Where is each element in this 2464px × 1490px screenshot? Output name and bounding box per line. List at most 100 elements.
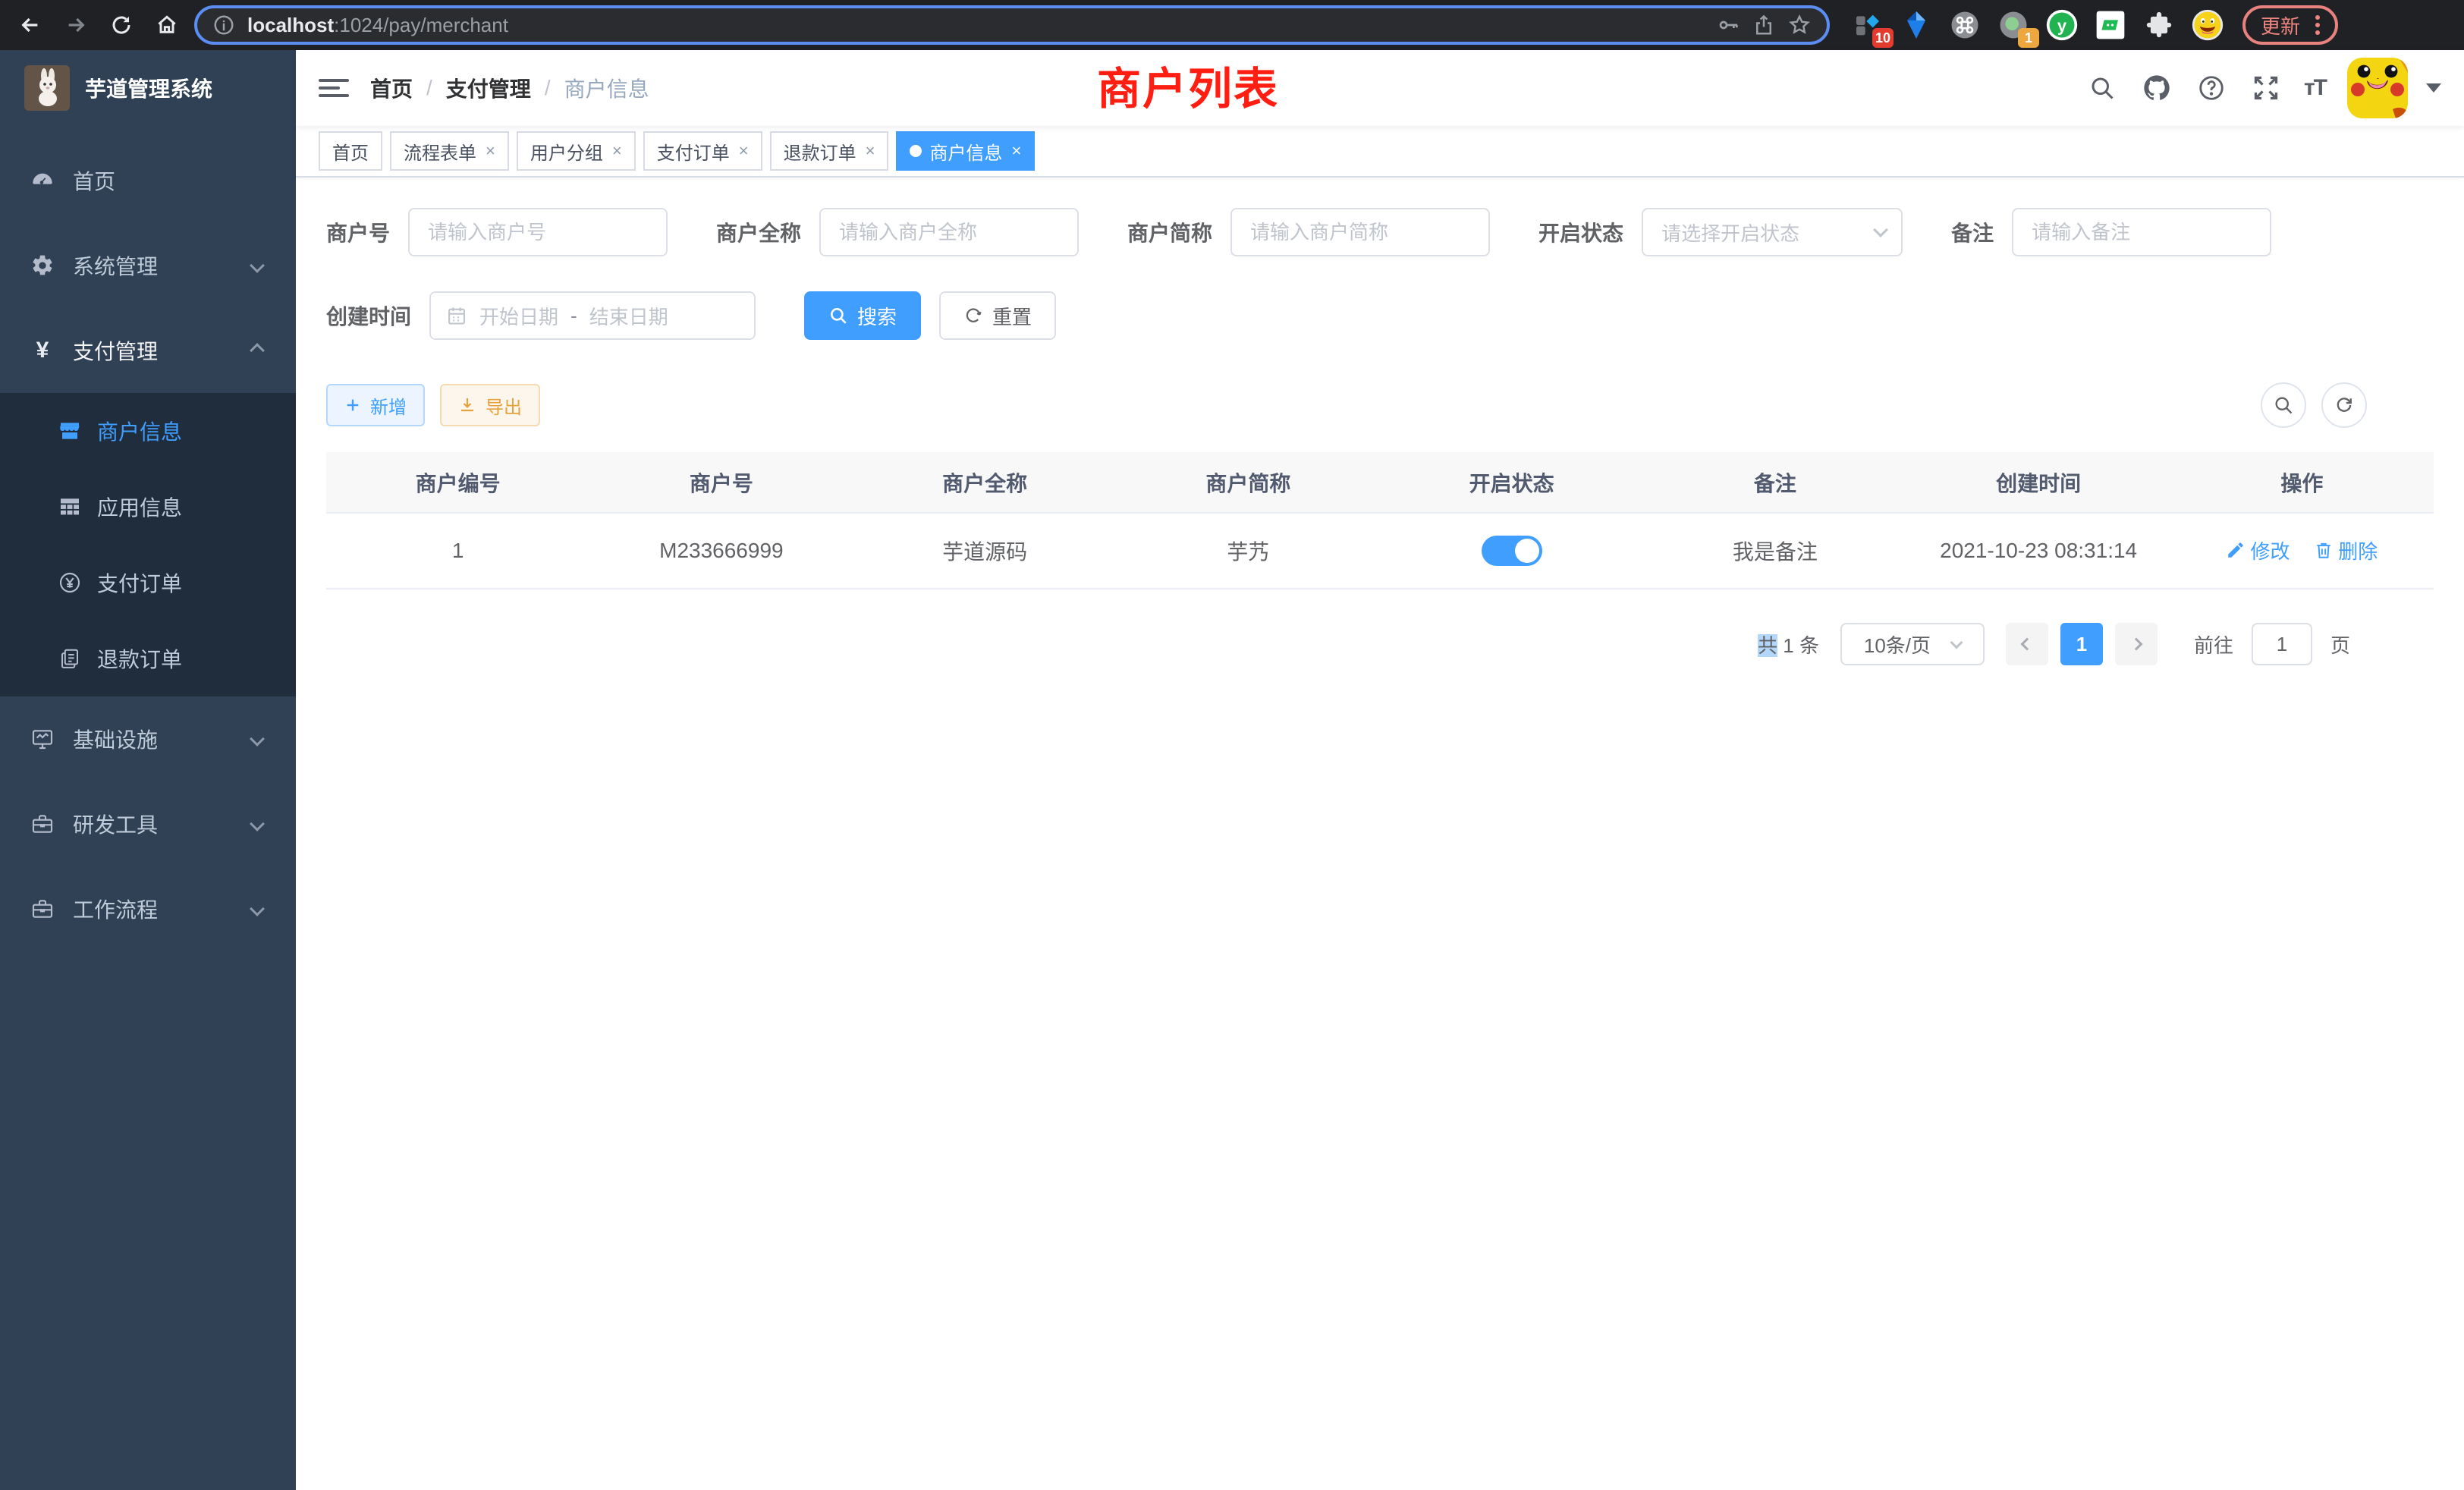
sidebar-item-infrastructure[interactable]: 基础设施 bbox=[0, 696, 296, 781]
tab-home[interactable]: 首页 bbox=[319, 131, 382, 171]
add-button-label: 新增 bbox=[370, 392, 407, 419]
goto-label: 前往 bbox=[2194, 630, 2233, 659]
col-create-time: 创建时间 bbox=[1907, 452, 2170, 513]
close-icon[interactable]: × bbox=[486, 141, 495, 161]
avatar-caret-icon[interactable] bbox=[2426, 83, 2441, 93]
bookmark-star-icon[interactable] bbox=[1787, 13, 1812, 37]
tab-pay-order[interactable]: 支付订单× bbox=[643, 131, 762, 171]
kite-extension-icon[interactable] bbox=[1900, 8, 1933, 42]
next-page-button[interactable] bbox=[2115, 623, 2158, 665]
refresh-table-button[interactable] bbox=[2321, 382, 2367, 428]
page-number-1[interactable]: 1 bbox=[2060, 623, 2103, 665]
reset-button[interactable]: 重置 bbox=[939, 291, 1056, 340]
toolbox-icon bbox=[30, 812, 55, 836]
breadcrumb-item[interactable]: 支付管理 bbox=[446, 73, 531, 103]
chevron-down-icon bbox=[1950, 637, 1963, 649]
tab-user-group[interactable]: 用户分组× bbox=[517, 131, 636, 171]
merchant-short-name-input[interactable] bbox=[1230, 208, 1490, 256]
sidebar-item-dev-tools[interactable]: 研发工具 bbox=[0, 781, 296, 866]
table-row: 1 M233666999 芋道源码 芋艿 我是备注 2021-10-23 08:… bbox=[326, 513, 2434, 589]
breadcrumb-item[interactable]: 首页 bbox=[370, 73, 413, 103]
close-icon[interactable]: × bbox=[612, 141, 622, 161]
tab-merchant-info[interactable]: 商户信息× bbox=[896, 131, 1035, 171]
col-merchant-id: 商户编号 bbox=[326, 452, 589, 513]
merchant-no-label: 商户号 bbox=[326, 217, 390, 247]
sidebar-item-workflow[interactable]: 工作流程 bbox=[0, 866, 296, 951]
tampermonkey-extension-icon[interactable]: 10 bbox=[1851, 8, 1884, 42]
sidebar-item-label: 支付订单 bbox=[97, 567, 182, 598]
url-host: localhost bbox=[247, 14, 334, 36]
create-time-range-picker[interactable]: 开始日期 - 结束日期 bbox=[429, 291, 756, 340]
sidebar-item-payment[interactable]: ¥ 支付管理 bbox=[0, 308, 296, 393]
browser-back-icon[interactable] bbox=[12, 7, 49, 43]
close-icon[interactable]: × bbox=[866, 141, 875, 161]
browser-menu-icon[interactable] bbox=[2315, 15, 2320, 35]
site-info-icon[interactable] bbox=[212, 14, 235, 36]
search-button[interactable]: 搜索 bbox=[804, 291, 921, 340]
github-icon[interactable] bbox=[2140, 71, 2173, 105]
show-search-toggle-button[interactable] bbox=[2261, 382, 2306, 428]
tab-process-form[interactable]: 流程表单 × bbox=[390, 131, 509, 171]
fullscreen-icon[interactable] bbox=[2249, 71, 2283, 105]
chat-extension-icon[interactable] bbox=[2094, 8, 2127, 42]
tab-refund-order[interactable]: 退款订单× bbox=[770, 131, 889, 171]
share-icon[interactable] bbox=[1752, 14, 1775, 36]
sidebar-item-label: 首页 bbox=[73, 165, 115, 196]
col-status: 开启状态 bbox=[1380, 452, 1643, 513]
cell-create-time: 2021-10-23 08:31:14 bbox=[1907, 513, 2170, 589]
delete-link[interactable]: 删除 bbox=[2314, 536, 2378, 564]
goto-page-input[interactable] bbox=[2252, 623, 2312, 665]
remark-input[interactable] bbox=[2012, 208, 2271, 256]
sidebar-logo[interactable]: 芋道管理系统 bbox=[0, 50, 296, 126]
edit-link[interactable]: 修改 bbox=[2226, 536, 2290, 564]
total-suffix: 条 bbox=[1799, 634, 1819, 657]
monitor-icon bbox=[30, 727, 55, 751]
status-select[interactable]: 请选择开启状态 bbox=[1642, 208, 1903, 256]
cell-actions: 修改 删除 bbox=[2170, 513, 2434, 589]
command-extension-icon[interactable] bbox=[1948, 8, 1982, 42]
page-size-select[interactable]: 10条/页 bbox=[1840, 623, 1985, 665]
sidebar-item-system[interactable]: 系统管理 bbox=[0, 223, 296, 308]
status-toggle[interactable] bbox=[1482, 536, 1542, 566]
sidebar-item-label: 研发工具 bbox=[73, 809, 158, 839]
total-prefix: 共 bbox=[1758, 634, 1777, 657]
recorder-extension-icon[interactable]: 1 bbox=[1997, 8, 2030, 42]
browser-home-icon[interactable] bbox=[149, 7, 185, 43]
export-button[interactable]: 导出 bbox=[440, 384, 540, 426]
browser-reload-icon[interactable] bbox=[103, 7, 140, 43]
address-bar[interactable]: localhost:1024/pay/merchant bbox=[194, 5, 1830, 45]
search-button-label: 搜索 bbox=[857, 302, 897, 330]
font-size-icon[interactable]: тT bbox=[2304, 75, 2326, 101]
password-key-icon[interactable] bbox=[1716, 13, 1740, 37]
tab-label: 流程表单 bbox=[404, 138, 476, 165]
sidebar-item-refund-order[interactable]: 退款订单 bbox=[0, 621, 296, 696]
sidebar-item-home[interactable]: 首页 bbox=[0, 138, 296, 223]
extensions-puzzle-icon[interactable] bbox=[2142, 8, 2176, 42]
browser-update-button[interactable]: 更新 bbox=[2242, 5, 2338, 45]
sidebar-item-merchant-info[interactable]: 商户信息 bbox=[0, 393, 296, 469]
merchant-no-input[interactable] bbox=[408, 208, 668, 256]
start-date-placeholder[interactable]: 开始日期 bbox=[479, 302, 558, 330]
toolbox-icon bbox=[30, 897, 55, 921]
sidebar-item-pay-order[interactable]: 支付订单 bbox=[0, 545, 296, 621]
help-icon[interactable] bbox=[2195, 71, 2228, 105]
close-icon[interactable]: × bbox=[1011, 141, 1021, 161]
y-green-extension-icon[interactable]: y bbox=[2045, 8, 2079, 42]
close-icon[interactable]: × bbox=[739, 141, 749, 161]
status-label: 开启状态 bbox=[1538, 217, 1623, 247]
end-date-placeholder[interactable]: 结束日期 bbox=[589, 302, 668, 330]
hamburger-icon[interactable] bbox=[319, 73, 349, 103]
sidebar-item-app-info[interactable]: 应用信息 bbox=[0, 469, 296, 545]
browser-profile-avatar[interactable] bbox=[2191, 8, 2224, 42]
add-button[interactable]: 新增 bbox=[326, 384, 425, 426]
col-remark: 备注 bbox=[1643, 452, 1906, 513]
prev-page-button[interactable] bbox=[2006, 623, 2048, 665]
breadcrumb-separator: / bbox=[545, 76, 551, 100]
calendar-icon bbox=[446, 305, 467, 326]
header-search-icon[interactable] bbox=[2085, 71, 2119, 105]
user-avatar[interactable] bbox=[2347, 58, 2408, 118]
merchant-name-input[interactable] bbox=[819, 208, 1079, 256]
chevron-down-icon bbox=[250, 816, 265, 831]
browser-forward-icon[interactable] bbox=[58, 7, 94, 43]
total-count: 1 bbox=[1783, 634, 1793, 657]
